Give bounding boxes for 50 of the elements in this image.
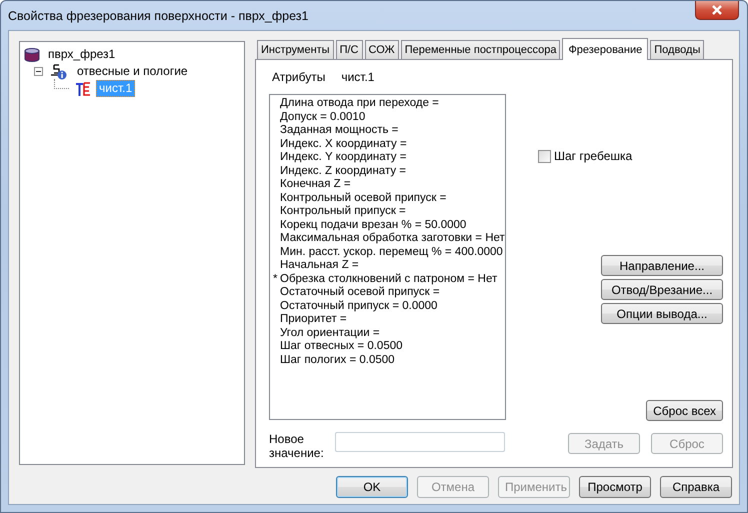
attribute-item[interactable]: Конечная Z = [280, 178, 351, 192]
attribute-item[interactable]: Индекс. Y координату = [280, 151, 406, 164]
attribute-item[interactable]: Мин. расст. ускор. перемещ % = 400.0000 [280, 246, 503, 259]
attribute-item[interactable]: Контрольный припуск = [280, 205, 406, 218]
window-title: Свойства фрезерования поверхности - пврх_фрез1 [8, 9, 308, 23]
database-icon [24, 48, 40, 62]
dialog-button[interactable]: Справка [660, 476, 732, 498]
attribute-item[interactable]: Шаг отвесных = 0.0500 [280, 340, 403, 354]
option-button[interactable]: Опции вывода... [601, 303, 723, 324]
attribute-item[interactable]: Заданная мощность = [280, 124, 398, 138]
attribute-item[interactable]: Допуск = 0.0010 [280, 110, 366, 124]
attribute-item[interactable]: Остаточный осевой припуск = [280, 286, 440, 300]
close-button[interactable] [695, 1, 739, 20]
tab[interactable]: СОЖ [364, 40, 399, 59]
modified-marker: * [273, 272, 278, 286]
attribute-item[interactable]: Приоритет = [280, 313, 347, 326]
group-info-icon [49, 64, 69, 80]
option-button[interactable]: Отвод/Врезание... [601, 279, 723, 300]
mill-tool-icon [75, 80, 91, 96]
tree-item[interactable]: отвесные и пологие [74, 63, 191, 80]
tab[interactable]: Подводы [650, 40, 704, 59]
new-value-field[interactable] [335, 432, 505, 452]
attribute-item[interactable]: Контрольный осевой припуск = [280, 192, 446, 205]
attribute-item[interactable]: Максимальная обработка заготовки = Нет [280, 232, 505, 246]
dialog-button[interactable]: Просмотр [579, 476, 651, 498]
attribute-item[interactable]: Длина отвода при переходе = [280, 97, 439, 110]
tab[interactable]: Инструменты [257, 40, 334, 59]
checkbox-label: Шаг гребешка [554, 149, 632, 163]
tab[interactable]: Переменные постпроцессора [400, 40, 560, 59]
tab[interactable]: П/С [336, 40, 362, 59]
attribute-item[interactable]: Индекс. X координату = [280, 138, 407, 151]
option-button[interactable]: Направление... [601, 255, 723, 276]
attribute-item[interactable]: Начальная Z = [280, 259, 359, 272]
checkbox[interactable] [538, 150, 551, 162]
tree-item[interactable]: пврх_фрез1 [45, 46, 118, 63]
attribute-item[interactable]: Индекс. Z координату = [280, 164, 406, 178]
attributes-label: Атрибуты [272, 70, 326, 86]
close-icon [711, 5, 723, 15]
attribute-item[interactable]: Корекц подачи врезан % = 50.0000 [280, 218, 466, 232]
collapse-toggle[interactable] [34, 67, 43, 76]
new-value-label: Новое значение: [269, 432, 321, 460]
attribute-item[interactable]: Остаточный припуск = 0.0000 [280, 300, 438, 313]
dialog-button[interactable]: OK [336, 476, 408, 498]
attribute-item[interactable]: Обрезка столкновений с патроном = Нет [280, 272, 498, 286]
tree-connector [54, 79, 69, 89]
reset-all-button[interactable]: Сброс всех [646, 400, 723, 421]
attribute-item[interactable]: Угол ориентации = [280, 326, 380, 340]
tab[interactable]: Фрезерование [562, 38, 648, 60]
attributes-value: чист.1 [341, 70, 374, 86]
attribute-item[interactable]: Шаг пологих = 0.0500 [280, 354, 395, 367]
